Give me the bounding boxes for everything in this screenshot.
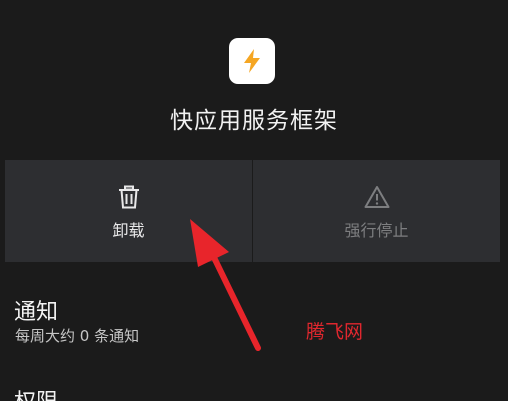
force-stop-button[interactable]: 强行停止 (252, 160, 500, 262)
app-icon (229, 38, 275, 84)
uninstall-label: 卸载 (112, 221, 145, 240)
notifications-title[interactable]: 通知 (14, 294, 58, 326)
app-info-screen: 快应用服务框架 卸载 强行停止 通知 每周大约 0 条通知 权限 腾飞网 (0, 0, 508, 401)
trash-icon (118, 185, 139, 209)
force-stop-label: 强行停止 (344, 221, 409, 240)
notifications-summary: 每周大约 0 条通知 (15, 327, 140, 345)
app-name: 快应用服务框架 (170, 108, 338, 134)
permissions-title[interactable]: 权限 (14, 384, 58, 401)
warning-triangle-icon (364, 186, 389, 208)
lightning-bolt-icon (244, 49, 260, 73)
watermark-text: 腾飞网 (306, 321, 364, 343)
uninstall-button[interactable]: 卸载 (5, 160, 252, 262)
action-bar: 卸载 强行停止 (5, 160, 500, 262)
